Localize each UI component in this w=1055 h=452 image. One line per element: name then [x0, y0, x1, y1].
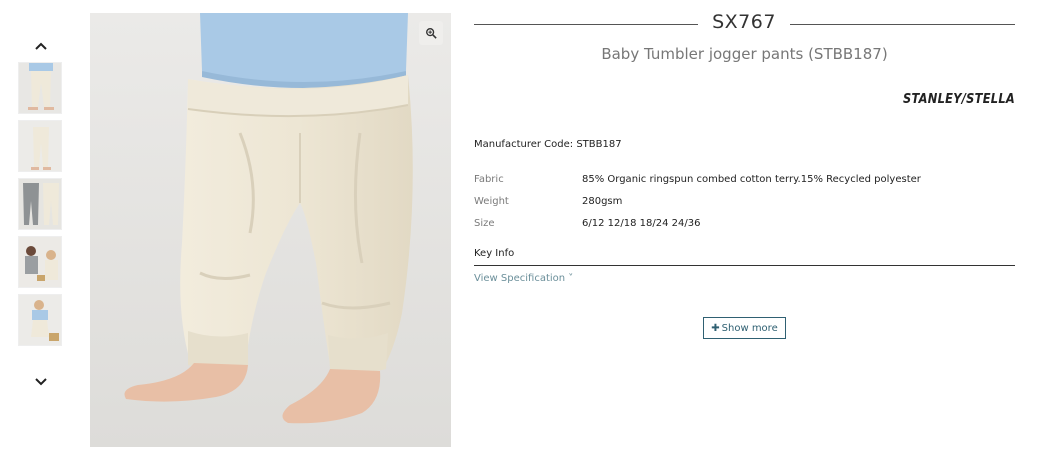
spec-value: 6/12 12/18 18/24 24/36	[582, 218, 701, 229]
title-divider-right	[790, 24, 1015, 25]
thumbnail-1[interactable]	[18, 62, 62, 114]
brand-logo-wordmark: STANLEY/STELLA	[903, 92, 1015, 107]
manufacturer-code: Manufacturer Code: STBB187	[474, 139, 622, 150]
show-more-label: Show more	[721, 322, 778, 334]
thumbnail-5[interactable]	[18, 294, 62, 346]
product-main-image[interactable]	[90, 13, 451, 447]
show-more-button[interactable]: ✚ Show more	[703, 317, 786, 339]
thumbnail-gallery	[18, 0, 64, 452]
view-specification-link[interactable]: View Specification ˅	[474, 273, 573, 284]
spec-value: 280gsm	[582, 196, 623, 207]
key-info-heading[interactable]: Key Info	[474, 248, 514, 259]
thumbnail-3[interactable]	[18, 178, 62, 230]
thumbnail-2[interactable]	[18, 120, 62, 172]
product-title-row: SX767	[474, 11, 1015, 39]
thumbnail-4[interactable]	[18, 236, 62, 288]
product-sku: SX767	[712, 11, 776, 33]
product-name: Baby Tumbler jogger pants (STBB187)	[601, 45, 888, 63]
zoom-icon[interactable]	[419, 21, 443, 45]
key-info-divider	[474, 265, 1015, 266]
svg-text:STANLEY/STELLA: STANLEY/STELLA	[903, 92, 1015, 106]
spec-label: Weight	[474, 196, 509, 207]
plus-icon: ✚	[711, 322, 720, 334]
title-divider-left	[474, 24, 698, 25]
chevron-up-icon[interactable]	[32, 37, 50, 55]
brand-logo: STANLEY/STELLA	[903, 90, 1015, 110]
spec-label: Fabric	[474, 174, 504, 185]
spec-value: 85% Organic ringspun combed cotton terry…	[582, 174, 921, 185]
chevron-down-icon[interactable]	[32, 373, 50, 391]
spec-label: Size	[474, 218, 495, 229]
